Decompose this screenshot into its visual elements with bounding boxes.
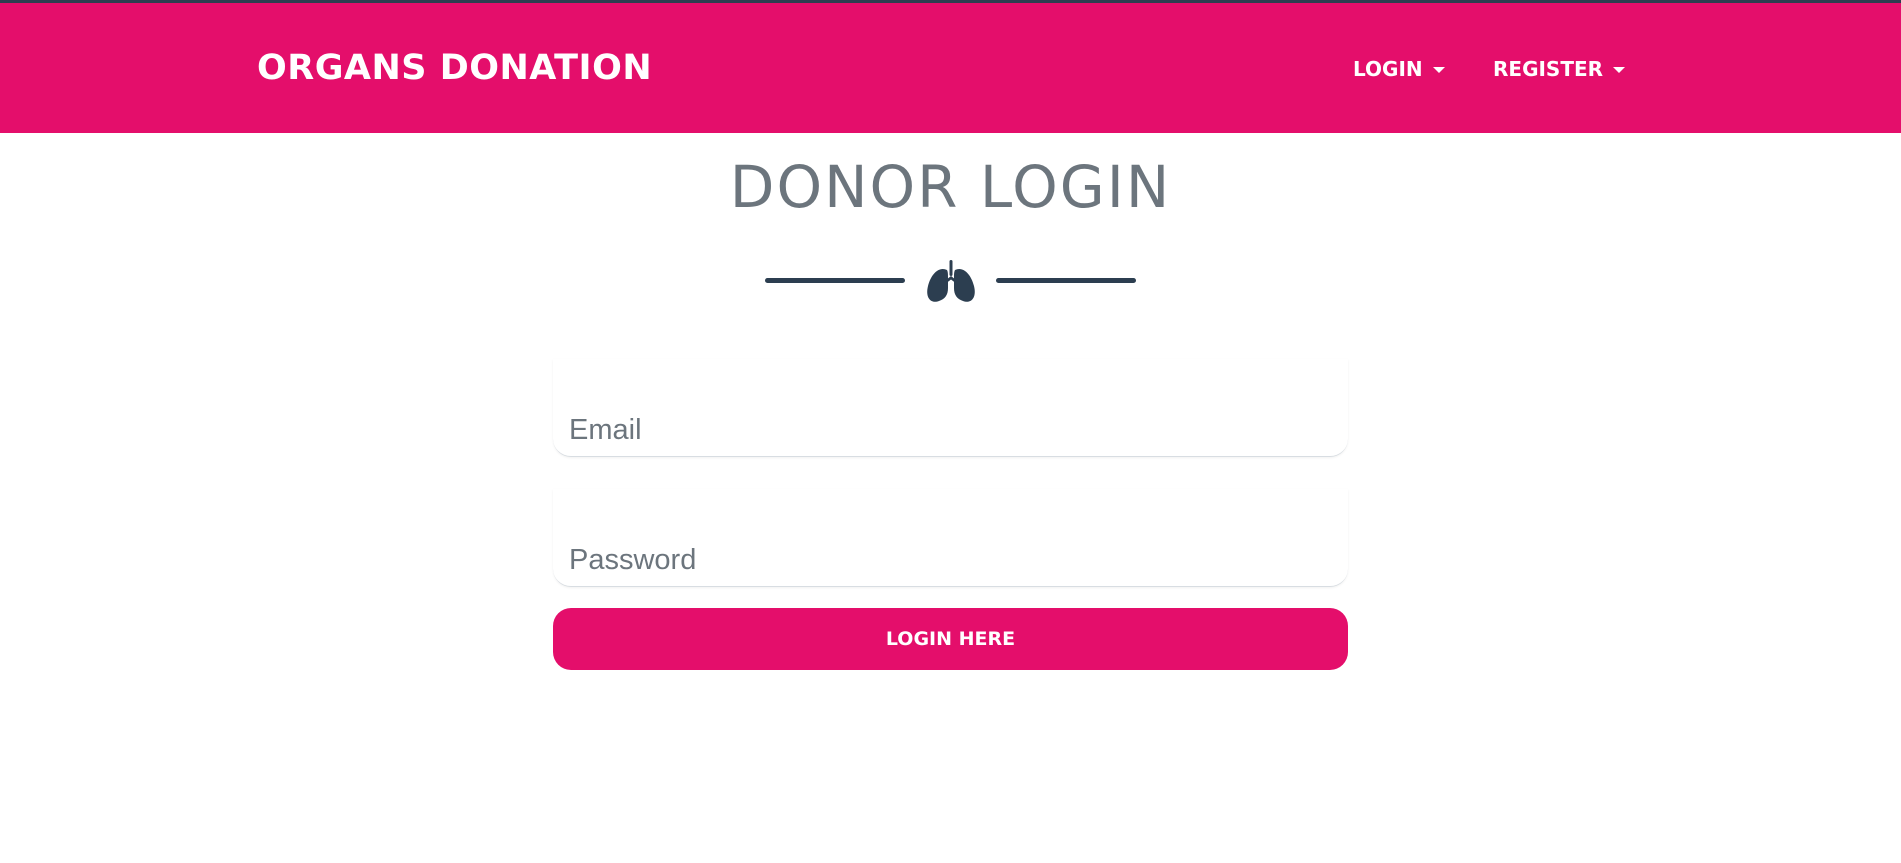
nav-login-dropdown[interactable]: LOGIN — [1353, 56, 1445, 82]
nav-login-label: LOGIN — [1353, 57, 1423, 81]
divider-line-left — [765, 278, 905, 283]
brand-logo-link[interactable]: ORGANS DONATION — [257, 47, 652, 89]
lungs-icon — [927, 260, 975, 302]
nav-register-dropdown[interactable]: REGISTER — [1493, 56, 1626, 82]
navbar: ORGANS DONATION LOGIN REGISTER — [0, 3, 1901, 133]
caret-down-icon — [1613, 67, 1626, 73]
divider-line-right — [996, 278, 1136, 283]
page-title: DONOR LOGIN — [729, 153, 1172, 221]
password-field[interactable] — [553, 489, 1348, 587]
email-field[interactable] — [553, 359, 1348, 457]
login-here-button[interactable]: LOGIN HERE — [553, 608, 1348, 670]
nav-register-label: REGISTER — [1493, 57, 1604, 81]
caret-down-icon — [1432, 67, 1445, 73]
